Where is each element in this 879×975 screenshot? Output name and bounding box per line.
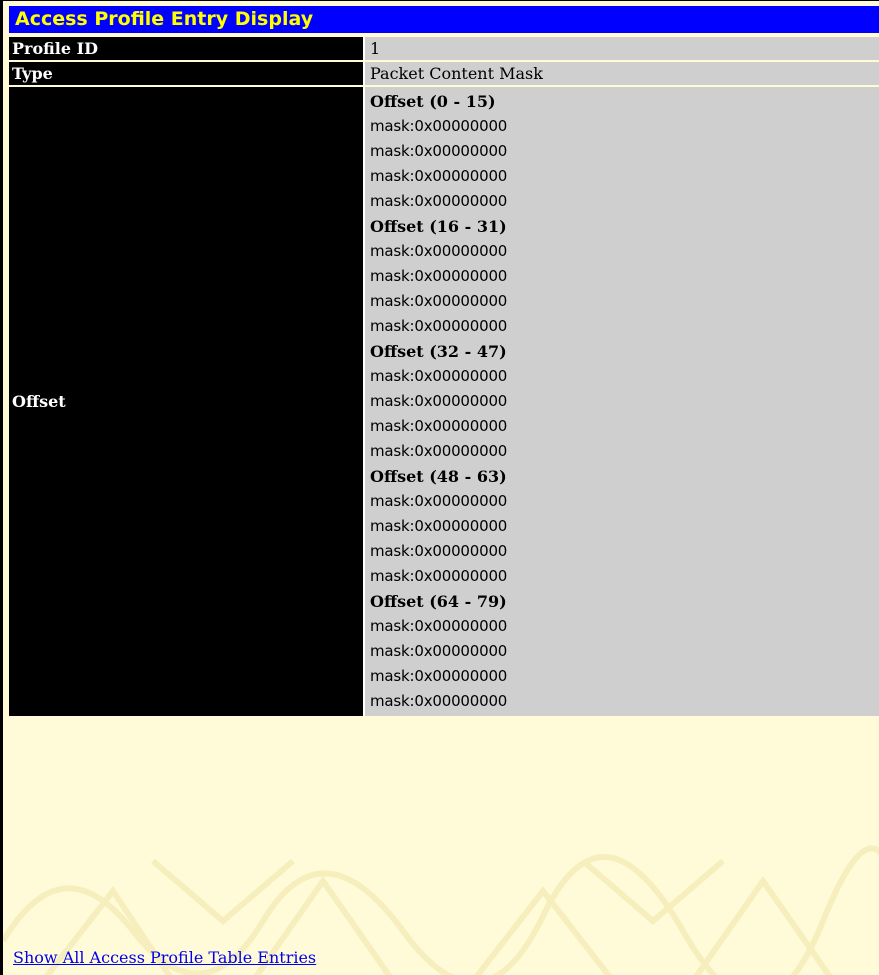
table-row-profile-id: Profile ID 1 [9, 37, 879, 60]
mask-value: mask:0x00000000 [370, 567, 508, 585]
mask-value: mask:0x00000000 [370, 267, 508, 285]
offset-group-title: Offset (0 - 15) [370, 92, 496, 111]
offset-group: Offset (32 - 47) mask:0x00000000 mask:0x… [370, 339, 879, 464]
mask-value: mask:0x00000000 [370, 642, 508, 660]
type-value: Packet Content Mask [365, 62, 879, 85]
page-frame: Access Profile Entry Display Profile ID … [0, 0, 879, 975]
offset-group: Offset (48 - 63) mask:0x00000000 mask:0x… [370, 464, 879, 589]
mask-value: mask:0x00000000 [370, 242, 508, 260]
offset-label: Offset [9, 87, 365, 716]
type-label: Type [9, 62, 365, 85]
mask-value: mask:0x00000000 [370, 317, 508, 335]
table-row-type: Type Packet Content Mask [9, 62, 879, 85]
offset-values: Offset (0 - 15) mask:0x00000000 mask:0x0… [365, 87, 879, 716]
offset-group-title: Offset (48 - 63) [370, 467, 507, 486]
mask-value: mask:0x00000000 [370, 442, 508, 460]
table-row-offset: Offset Offset (0 - 15) mask:0x00000000 m… [9, 87, 879, 716]
mask-value: mask:0x00000000 [370, 542, 508, 560]
mask-value: mask:0x00000000 [370, 517, 508, 535]
access-profile-entry-table: Profile ID 1 Type Packet Content Mask Of… [9, 35, 879, 718]
mask-value: mask:0x00000000 [370, 117, 508, 135]
mask-value: mask:0x00000000 [370, 417, 508, 435]
profile-id-label: Profile ID [9, 37, 365, 60]
offset-group-title: Offset (64 - 79) [370, 592, 507, 611]
offset-group-title: Offset (16 - 31) [370, 217, 507, 236]
mask-value: mask:0x00000000 [370, 142, 508, 160]
offset-group: Offset (16 - 31) mask:0x00000000 mask:0x… [370, 214, 879, 339]
mask-value: mask:0x00000000 [370, 667, 508, 685]
mask-value: mask:0x00000000 [370, 167, 508, 185]
mask-value: mask:0x00000000 [370, 392, 508, 410]
mask-value: mask:0x00000000 [370, 367, 508, 385]
mask-value: mask:0x00000000 [370, 692, 508, 710]
offset-group: Offset (0 - 15) mask:0x00000000 mask:0x0… [370, 89, 879, 214]
offset-group-title: Offset (32 - 47) [370, 342, 507, 361]
mask-value: mask:0x00000000 [370, 617, 508, 635]
mask-value: mask:0x00000000 [370, 192, 508, 210]
mask-value: mask:0x00000000 [370, 292, 508, 310]
offset-group: Offset (64 - 79) mask:0x00000000 mask:0x… [370, 589, 879, 714]
profile-id-value: 1 [365, 37, 879, 60]
page-title: Access Profile Entry Display [9, 6, 879, 33]
mask-value: mask:0x00000000 [370, 492, 508, 510]
show-all-entries-link[interactable]: Show All Access Profile Table Entries [13, 948, 316, 967]
